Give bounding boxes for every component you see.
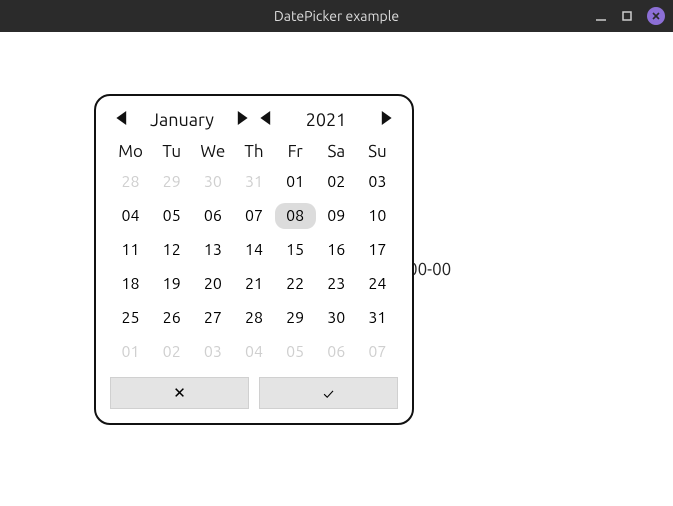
prev-month-button[interactable] (110, 111, 134, 129)
check-icon: ✓ (323, 385, 334, 402)
chevron-left-icon (259, 111, 273, 125)
next-year-button[interactable] (374, 111, 398, 129)
day-cell[interactable]: 03 (192, 339, 233, 365)
next-month-button[interactable] (230, 111, 254, 129)
window-title: DatePicker example (274, 8, 399, 24)
day-cell[interactable]: 02 (316, 169, 357, 195)
dow-label: Mo (110, 142, 151, 161)
day-cell[interactable]: 02 (151, 339, 192, 365)
day-cell[interactable]: 20 (192, 271, 233, 297)
day-cell[interactable]: 29 (275, 305, 316, 331)
chevron-right-icon (235, 111, 249, 125)
day-cell[interactable]: 01 (110, 339, 151, 365)
day-cell[interactable]: 25 (110, 305, 151, 331)
day-cell[interactable]: 03 (357, 169, 398, 195)
day-cell[interactable]: 04 (233, 339, 274, 365)
month-label: January (134, 110, 230, 130)
chevron-right-icon (379, 111, 393, 125)
confirm-button[interactable]: ✓ (259, 377, 398, 409)
window-titlebar: DatePicker example (0, 0, 673, 32)
cross-icon: ✕ (173, 384, 186, 402)
day-cell[interactable]: 21 (233, 271, 274, 297)
dow-label: Sa (316, 142, 357, 161)
day-cell[interactable]: 01 (275, 169, 316, 195)
day-cell[interactable]: 30 (192, 169, 233, 195)
dow-label: Tu (151, 142, 192, 161)
day-cell[interactable]: 28 (110, 169, 151, 195)
day-cell[interactable]: 06 (192, 203, 233, 229)
day-cell[interactable]: 22 (275, 271, 316, 297)
day-cell[interactable]: 09 (316, 203, 357, 229)
day-cell[interactable]: 07 (233, 203, 274, 229)
picker-actions: ✕ ✓ (106, 373, 402, 411)
window-maximize-icon[interactable] (621, 10, 633, 22)
day-cell[interactable]: 13 (192, 237, 233, 263)
day-cell[interactable]: 15 (275, 237, 316, 263)
day-cell[interactable]: 06 (316, 339, 357, 365)
cancel-button[interactable]: ✕ (110, 377, 249, 409)
prev-year-button[interactable] (254, 111, 278, 129)
day-cell[interactable]: 27 (192, 305, 233, 331)
day-cell[interactable]: 05 (151, 203, 192, 229)
window-minimize-icon[interactable] (595, 10, 607, 22)
day-of-week-header: MoTuWeThFrSaSu (106, 136, 402, 167)
picker-nav: January 2021 (106, 110, 402, 136)
day-cell[interactable]: 31 (233, 169, 274, 195)
day-cell[interactable]: 05 (275, 339, 316, 365)
day-cell[interactable]: 23 (316, 271, 357, 297)
window-close-icon[interactable] (647, 7, 665, 25)
year-label: 2021 (278, 110, 374, 130)
background-partial-text: 00-00 (408, 260, 451, 279)
day-cell[interactable]: 04 (110, 203, 151, 229)
day-cell[interactable]: 31 (357, 305, 398, 331)
day-cell[interactable]: 16 (316, 237, 357, 263)
dow-label: Th (233, 142, 274, 161)
day-cell[interactable]: 07 (357, 339, 398, 365)
dow-label: Su (357, 142, 398, 161)
day-cell[interactable]: 28 (233, 305, 274, 331)
day-cell[interactable]: 26 (151, 305, 192, 331)
day-cell[interactable]: 10 (357, 203, 398, 229)
day-cell[interactable]: 18 (110, 271, 151, 297)
day-cell[interactable]: 24 (357, 271, 398, 297)
day-cell[interactable]: 11 (110, 237, 151, 263)
calendar-grid: 2829303101020304050607080910111213141516… (106, 167, 402, 373)
window-controls (595, 7, 665, 25)
day-cell[interactable]: 29 (151, 169, 192, 195)
chevron-left-icon (115, 111, 129, 125)
day-cell[interactable]: 14 (233, 237, 274, 263)
day-cell[interactable]: 19 (151, 271, 192, 297)
day-cell[interactable]: 30 (316, 305, 357, 331)
day-cell[interactable]: 08 (275, 203, 316, 229)
day-cell[interactable]: 12 (151, 237, 192, 263)
dow-label: Fr (275, 142, 316, 161)
workspace: 00-00 January 2021 MoTuWeThFrSaSu 282930… (0, 32, 673, 506)
day-cell[interactable]: 17 (357, 237, 398, 263)
dow-label: We (192, 142, 233, 161)
date-picker: January 2021 MoTuWeThFrSaSu 282930310102… (94, 94, 414, 425)
